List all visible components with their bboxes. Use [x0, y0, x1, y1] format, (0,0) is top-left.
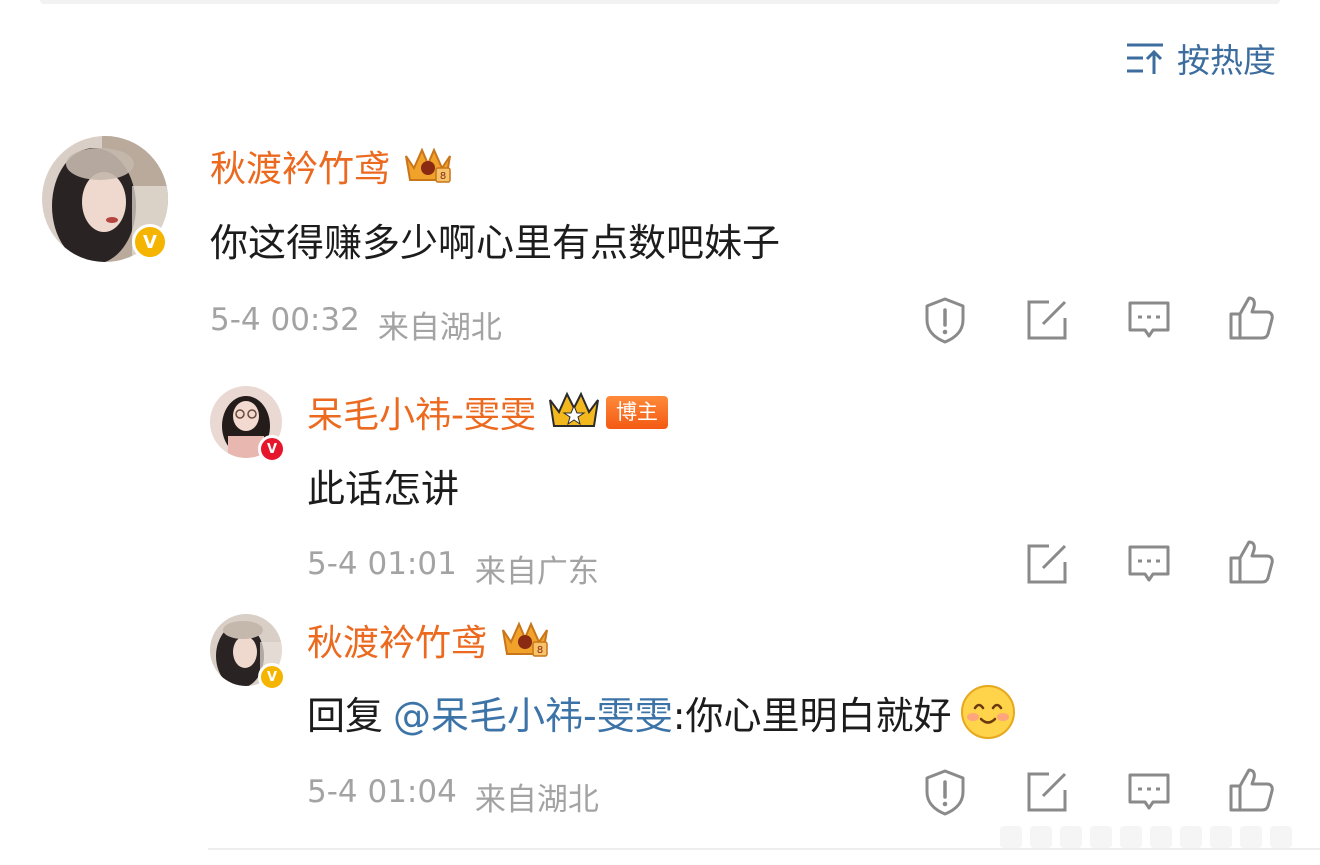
- crown-member-icon: [546, 388, 602, 436]
- edit-repost-icon: [1027, 300, 1067, 340]
- reply-button[interactable]: [1124, 295, 1174, 345]
- report-icon: [925, 297, 965, 344]
- thumbs-up-icon: [1229, 296, 1274, 340]
- crown-member-icon: 8: [400, 142, 456, 190]
- like-button[interactable]: [1226, 293, 1276, 343]
- sort-label: 按热度: [1177, 41, 1276, 80]
- like-button[interactable]: [1226, 537, 1276, 587]
- repost-button[interactable]: [1022, 295, 1072, 345]
- host-tag: 博主: [606, 395, 668, 429]
- repost-button[interactable]: [1022, 767, 1072, 817]
- comment-icon: [1128, 301, 1170, 338]
- comment-meta: 5-4 01:01 来自广东: [307, 546, 599, 591]
- comment-header: 秋渡衿竹鸢 8: [307, 614, 553, 666]
- bottom-divider: [208, 848, 1320, 850]
- reply-text: :你心里明白就好: [672, 693, 952, 738]
- username[interactable]: 呆毛小祎-雯雯: [307, 386, 536, 438]
- report-button[interactable]: [920, 767, 970, 817]
- verified-badge-icon: V: [258, 663, 286, 691]
- smile-emoji-icon: [960, 684, 1016, 740]
- comment-location: 来自湖北: [377, 310, 502, 346]
- reply-button[interactable]: [1124, 767, 1174, 817]
- comment-time: 5-4 01:01: [307, 546, 457, 582]
- comment-time: 5-4 01:04: [307, 774, 457, 810]
- username[interactable]: 秋渡衿竹鸢: [210, 140, 390, 192]
- comment-meta: 5-4 00:32 来自湖北: [210, 302, 502, 347]
- comment-location: 来自湖北: [474, 782, 599, 818]
- verified-badge-icon: V: [132, 224, 168, 260]
- comment-icon: [1128, 545, 1170, 582]
- mention-link[interactable]: @呆毛小祎-雯雯: [393, 685, 673, 740]
- edit-repost-icon: [1027, 772, 1067, 812]
- repost-button[interactable]: [1022, 539, 1072, 589]
- comment-text: 回复 @呆毛小祎-雯雯 :你心里明白就好: [307, 684, 1016, 740]
- comment-text: 你这得赚多少啊心里有点数吧妹子: [210, 221, 781, 265]
- comment-meta: 5-4 01:04 来自湖北: [307, 774, 599, 819]
- reply-button[interactable]: [1124, 539, 1174, 589]
- avatar[interactable]: V: [210, 614, 286, 691]
- username[interactable]: 秋渡衿竹鸢: [307, 614, 487, 666]
- top-divider: [40, 0, 1280, 4]
- comment-header: 呆毛小祎-雯雯 博主: [307, 386, 668, 438]
- comment-icon: [1128, 773, 1170, 810]
- report-button[interactable]: [920, 295, 970, 345]
- avatar[interactable]: V: [42, 136, 168, 262]
- comment-time: 5-4 00:32: [210, 302, 360, 338]
- thumbs-up-icon: [1229, 768, 1274, 812]
- comment-location: 来自广东: [474, 554, 599, 590]
- watermark-fade: [1000, 826, 1292, 848]
- like-button[interactable]: [1226, 765, 1276, 815]
- sort-by-hot-button[interactable]: 按热度: [1125, 34, 1276, 82]
- comment-text: 此话怎讲: [307, 467, 460, 511]
- comment-header: 秋渡衿竹鸢 8: [210, 140, 456, 192]
- crown-member-icon: 8: [497, 616, 553, 664]
- svg-text:8: 8: [537, 645, 543, 656]
- sort-icon: [1125, 40, 1165, 76]
- avatar[interactable]: V: [210, 386, 286, 463]
- reply-prefix: 回复: [307, 693, 384, 738]
- edit-repost-icon: [1027, 544, 1067, 584]
- thumbs-up-icon: [1229, 540, 1274, 584]
- verified-badge-icon: V: [258, 435, 286, 463]
- report-icon: [925, 769, 965, 816]
- svg-text:8: 8: [440, 171, 446, 182]
